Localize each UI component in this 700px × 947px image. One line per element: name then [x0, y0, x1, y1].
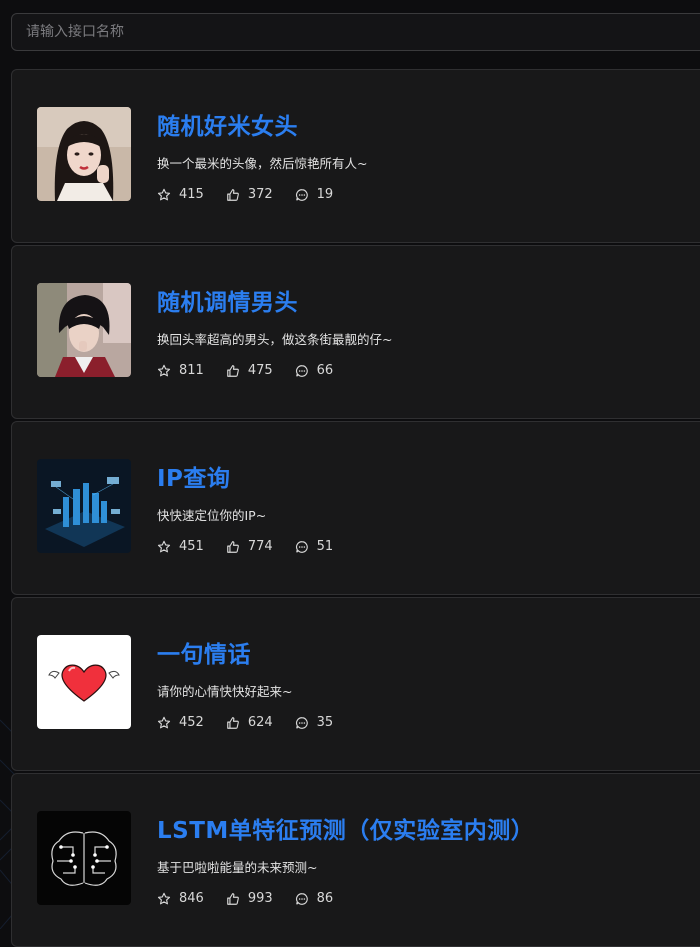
like-stat[interactable]: 372 [226, 187, 273, 202]
thumbs-up-icon [227, 364, 239, 377]
card-description: 快快速定位你的IP~ [157, 508, 267, 523]
comment-icon [295, 188, 308, 201]
thumbnail-city-network[interactable] [37, 459, 131, 553]
thumbs-up-icon [227, 716, 239, 729]
comment-count: 86 [316, 891, 334, 906]
search-box[interactable] [11, 13, 700, 51]
card-title[interactable]: 一句情话 [157, 635, 251, 669]
comment-count: 35 [316, 715, 334, 730]
card-description: 请你的心情快快好起来~ [157, 684, 293, 699]
api-card[interactable]: 随机调情男头 换回头率超高的男头，做这条街最靓的仔~ 811 475 66 [11, 245, 700, 419]
comment-icon [295, 716, 308, 729]
thumbnail-circuit-brain[interactable] [37, 811, 131, 905]
star-icon [157, 364, 171, 376]
comment-count: 51 [316, 539, 334, 554]
like-stat[interactable]: 624 [226, 715, 273, 730]
card-stats: 451 774 51 [157, 539, 355, 554]
comment-count: 66 [316, 363, 334, 378]
card-description: 换回头率超高的男头，做这条街最靓的仔~ [157, 332, 393, 347]
star-count: 452 [179, 715, 204, 730]
star-count: 811 [179, 363, 204, 378]
like-count: 372 [247, 187, 273, 202]
star-icon [157, 540, 171, 552]
star-count: 415 [179, 187, 204, 202]
comment-icon [295, 364, 308, 377]
card-stats: 415 372 19 [157, 187, 355, 202]
star-stat[interactable]: 452 [157, 715, 204, 730]
star-count: 846 [179, 891, 204, 906]
like-count: 475 [247, 363, 273, 378]
card-stats: 811 475 66 [157, 363, 355, 378]
api-card[interactable]: 一句情话 请你的心情快快好起来~ 452 624 35 [11, 597, 700, 771]
card-description: 基于巴啦啦能量的未来预测~ [157, 860, 318, 875]
like-stat[interactable]: 475 [226, 363, 273, 378]
card-description: 换一个最米的头像，然后惊艳所有人~ [157, 156, 368, 171]
star-count: 451 [179, 539, 204, 554]
star-icon [157, 892, 171, 904]
thumbnail-winged-heart[interactable] [37, 635, 131, 729]
comment-icon [295, 540, 308, 553]
api-card[interactable]: LSTM单特征预测（仅实验室内测） 基于巴啦啦能量的未来预测~ 846 993 … [11, 773, 700, 947]
thumbs-up-icon [227, 188, 239, 201]
like-stat[interactable]: 993 [226, 891, 273, 906]
comment-count: 19 [316, 187, 334, 202]
thumbnail-boy-portrait[interactable] [37, 283, 131, 377]
star-stat[interactable]: 811 [157, 363, 204, 378]
comment-stat[interactable]: 19 [295, 187, 334, 202]
thumbs-up-icon [227, 540, 239, 553]
search-input[interactable] [24, 23, 698, 41]
star-stat[interactable]: 451 [157, 539, 204, 554]
comment-stat[interactable]: 51 [295, 539, 334, 554]
like-count: 774 [247, 539, 273, 554]
comment-icon [295, 892, 308, 905]
card-title[interactable]: 随机好米女头 [157, 107, 298, 141]
like-count: 993 [247, 891, 273, 906]
api-card[interactable]: IP查询 快快速定位你的IP~ 451 774 51 [11, 421, 700, 595]
card-title[interactable]: IP查询 [157, 459, 230, 493]
star-stat[interactable]: 415 [157, 187, 204, 202]
comment-stat[interactable]: 35 [295, 715, 334, 730]
like-stat[interactable]: 774 [226, 539, 273, 554]
card-title[interactable]: 随机调情男头 [157, 283, 298, 317]
thumbnail-girl-portrait[interactable] [37, 107, 131, 201]
star-icon [157, 716, 171, 728]
comment-stat[interactable]: 86 [295, 891, 334, 906]
api-card[interactable]: 随机好米女头 换一个最米的头像，然后惊艳所有人~ 415 372 19 [11, 69, 700, 243]
comment-stat[interactable]: 66 [295, 363, 334, 378]
like-count: 624 [247, 715, 273, 730]
card-title[interactable]: LSTM单特征预测（仅实验室内测） [157, 811, 534, 845]
thumbs-up-icon [227, 892, 239, 905]
star-stat[interactable]: 846 [157, 891, 204, 906]
card-stats: 846 993 86 [157, 891, 355, 906]
card-stats: 452 624 35 [157, 715, 355, 730]
star-icon [157, 188, 171, 200]
